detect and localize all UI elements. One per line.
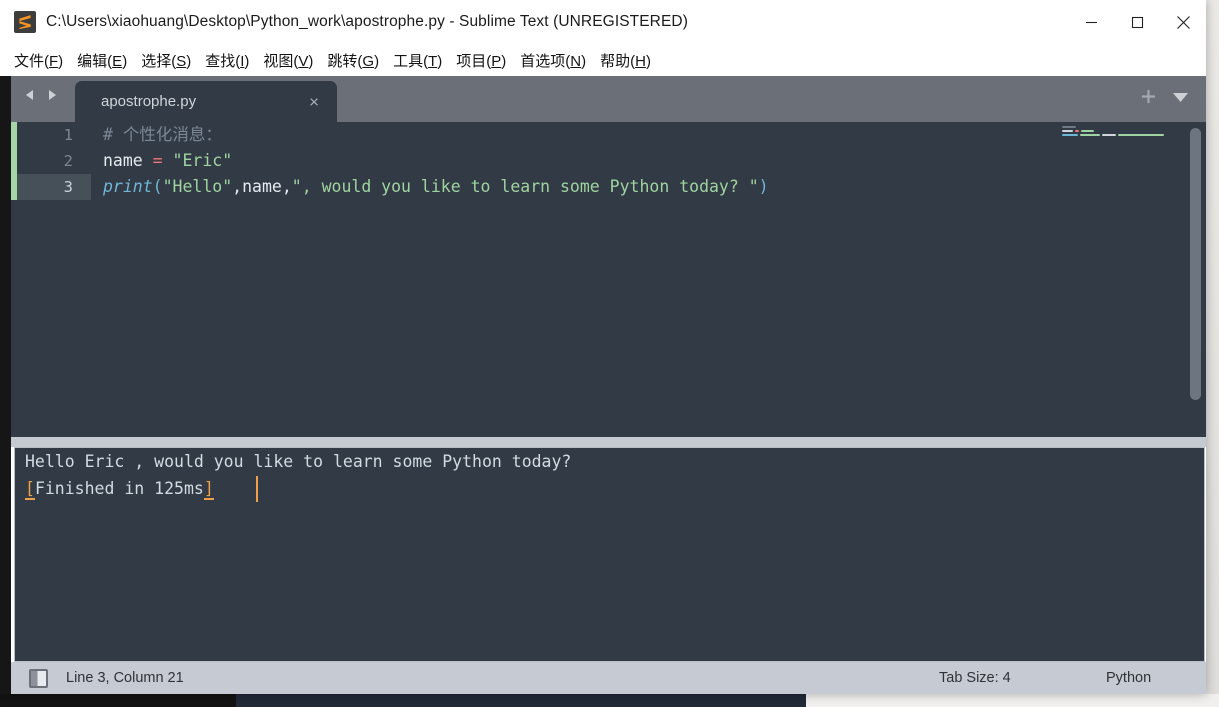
menu-item-0[interactable]: 文件(F) xyxy=(14,50,63,71)
code-token: , xyxy=(281,177,292,196)
minimap-line-2 xyxy=(1062,130,1182,132)
plus-icon[interactable] xyxy=(1140,88,1157,105)
tab-bar-actions xyxy=(1140,88,1190,105)
console-bracket-close: ] xyxy=(203,479,214,500)
code-line-1[interactable]: # 个性化消息： xyxy=(103,122,1206,148)
console-line-body: Finished in 125ms xyxy=(34,479,204,498)
code-token: # 个性化消息： xyxy=(103,125,222,144)
minimap-segment xyxy=(1102,134,1116,136)
menu-item-8[interactable]: 首选项(N) xyxy=(520,50,586,71)
menu-item-4[interactable]: 视图(V) xyxy=(263,50,313,71)
window-title: C:\Users\xiaohuang\Desktop\Python_work\a… xyxy=(46,13,688,30)
minimap-segment xyxy=(1062,126,1076,128)
code-token: = xyxy=(152,151,163,170)
minimap-segment xyxy=(1118,134,1164,136)
minimap-segment xyxy=(1062,134,1078,136)
tab-nav-arrows xyxy=(22,87,60,103)
menu-item-1[interactable]: 编辑(E) xyxy=(77,50,127,71)
line-number-1: 1 xyxy=(63,126,73,144)
code-token: "Hello" xyxy=(162,177,233,196)
chevron-left-icon[interactable] xyxy=(22,87,38,103)
maximize-button[interactable] xyxy=(1114,0,1160,44)
line-number-3: 3 xyxy=(17,174,91,200)
status-tab-size[interactable]: Tab Size: 4 xyxy=(939,670,1011,686)
menu-item-6[interactable]: 工具(T) xyxy=(393,50,442,71)
build-output-console[interactable]: Hello Eric , would you like to learn som… xyxy=(14,447,1205,662)
tab-close-icon[interactable]: × xyxy=(309,93,319,110)
code-token: ( xyxy=(152,177,163,196)
code-token: , xyxy=(232,177,243,196)
line-number-2: 2 xyxy=(63,152,73,170)
editor-console-divider[interactable] xyxy=(11,437,1206,447)
menu-item-9[interactable]: 帮助(H) xyxy=(600,50,651,71)
taskbar-strip-left xyxy=(0,694,236,707)
editor-vertical-scrollbar[interactable] xyxy=(1188,122,1202,437)
sublime-text-window: C:\Users\xiaohuang\Desktop\Python_work\a… xyxy=(0,0,1206,694)
chevron-right-icon[interactable] xyxy=(44,87,60,103)
minimap-segment xyxy=(1062,130,1073,132)
code-line-3[interactable]: print("Hello",name,", would you like to … xyxy=(103,174,1206,200)
menu-item-7[interactable]: 项目(P) xyxy=(456,50,506,71)
code-line-2[interactable]: name = "Eric" xyxy=(103,148,1206,174)
status-syntax-mode[interactable]: Python xyxy=(1106,670,1151,686)
console-line-1: [Finished in 125ms] xyxy=(15,475,1204,502)
minimap-line-1 xyxy=(1062,126,1182,128)
code-token: ", would you like to learn some Python t… xyxy=(291,177,759,196)
sublime-text-logo-icon xyxy=(14,11,36,33)
code-editor[interactable]: 123 # 个性化消息： name = "Eric" print("Hello",n… xyxy=(11,122,1206,437)
line-number-gutter: 1 2 3 xyxy=(17,122,91,437)
code-token: name xyxy=(242,177,282,196)
taskbar-strip-mid xyxy=(236,694,806,707)
code-content[interactable]: # 个性化消息： name = "Eric" print("Hello",name,… xyxy=(103,122,1206,437)
console-bracket-open: [ xyxy=(25,479,35,500)
status-cursor-position[interactable]: Line 3, Column 21 xyxy=(66,670,184,686)
menu-item-5[interactable]: 跳转(G) xyxy=(327,50,379,71)
menu-item-2[interactable]: 选择(S) xyxy=(141,50,191,71)
minimap-segment xyxy=(1080,134,1100,136)
minimize-button[interactable] xyxy=(1068,0,1114,44)
console-caret xyxy=(256,476,258,502)
status-bar: Line 3, Column 21 Tab Size: 4 Python xyxy=(11,662,1206,694)
menu-item-3[interactable]: 查找(I) xyxy=(205,50,249,71)
taskbar-strip-right xyxy=(806,694,1219,707)
menu-bar: 文件(F) 编辑(E) 选择(S) 查找(I) 视图(V) 跳转(G) 工具(T) 项目(P)… xyxy=(0,44,1206,76)
close-button[interactable] xyxy=(1160,0,1206,44)
title-bar[interactable]: C:\Users\xiaohuang\Desktop\Python_work\a… xyxy=(0,0,1206,44)
editor-scrollbar-thumb[interactable] xyxy=(1190,128,1201,400)
minimap-segment xyxy=(1075,130,1079,132)
minimap-segment xyxy=(1081,130,1094,132)
code-token: name xyxy=(103,151,153,170)
minimap[interactable] xyxy=(1062,126,1182,431)
code-token: "Eric" xyxy=(172,151,233,170)
window-left-edge xyxy=(0,44,11,694)
code-token: ) xyxy=(758,177,769,196)
window-controls xyxy=(1068,0,1206,44)
sidebar-toggle-icon[interactable] xyxy=(29,668,48,688)
chevron-down-icon[interactable] xyxy=(1171,90,1190,103)
tab-bar: apostrophe.py × xyxy=(11,76,1206,122)
code-token: print xyxy=(103,177,153,196)
tab-label: apostrophe.py xyxy=(101,93,197,110)
console-line-0: Hello Eric , would you like to learn som… xyxy=(25,452,572,471)
minimap-line-3 xyxy=(1062,134,1182,136)
tab-apostrophe-py[interactable]: apostrophe.py × xyxy=(75,81,337,122)
